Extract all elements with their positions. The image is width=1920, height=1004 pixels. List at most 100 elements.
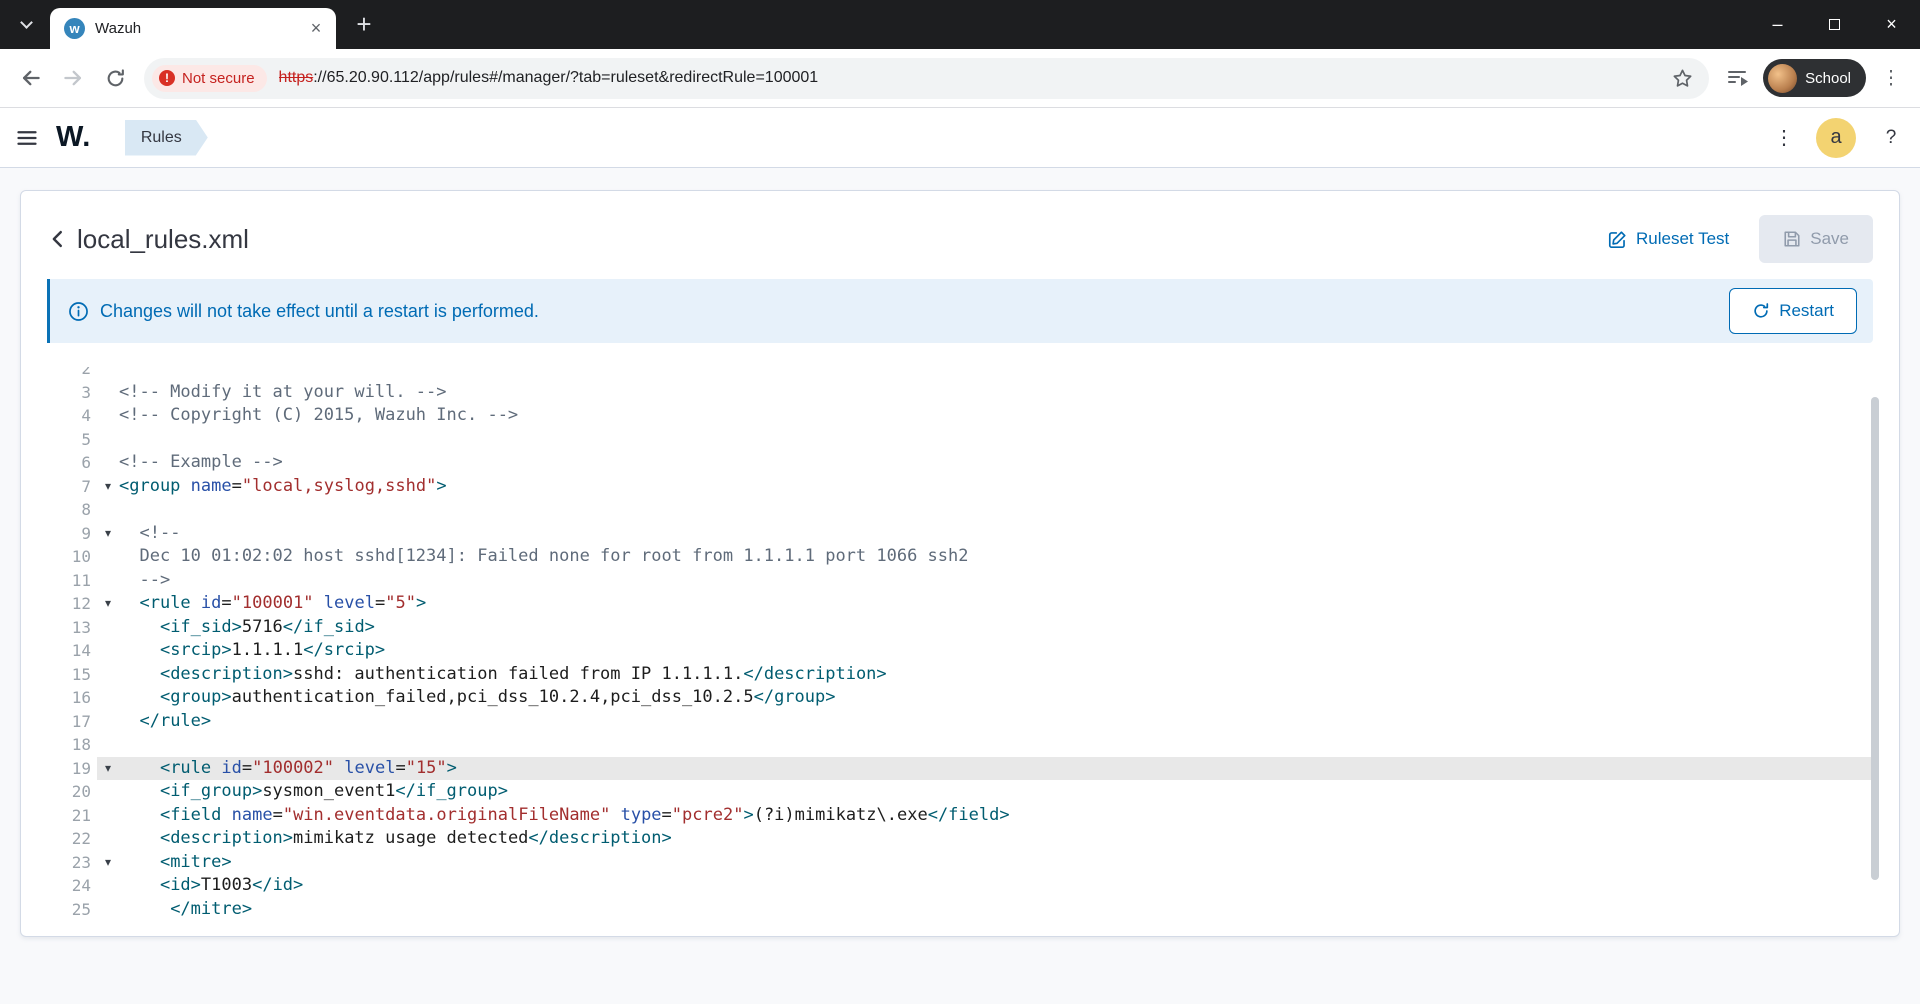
code-line[interactable]: 10 Dec 10 01:02:02 host sshd[1234]: Fail… [47, 545, 1879, 569]
line-number: 14 [47, 639, 97, 663]
reload-button[interactable] [96, 59, 134, 97]
code-line[interactable]: 9▾ <!-- [47, 522, 1879, 546]
save-button[interactable]: Save [1759, 215, 1873, 263]
file-editor-card: local_rules.xml Ruleset Test Save Change… [20, 190, 1900, 937]
save-icon [1783, 230, 1801, 248]
code-text: <description>sshd: authentication failed… [119, 663, 1879, 687]
line-number: 5 [47, 428, 97, 452]
code-line[interactable]: 8 [47, 498, 1879, 522]
code-text: <!-- Example --> [119, 451, 1879, 475]
line-number: 25 [47, 898, 97, 918]
new-tab-button[interactable]: + [346, 7, 382, 43]
line-number: 13 [47, 616, 97, 640]
code-line[interactable]: 19▾ <rule id="100002" level="15"> [47, 757, 1879, 781]
code-line[interactable]: 6 <!-- Example --> [47, 451, 1879, 475]
editor-scrollbar-thumb[interactable] [1871, 397, 1879, 879]
code-text: <group name="local,syslog,sshd"> [119, 475, 1879, 499]
code-line[interactable]: 4 <!-- Copyright (C) 2015, Wazuh Inc. --> [47, 404, 1879, 428]
fold-gutter-spacer [97, 710, 119, 734]
back-to-rules-button[interactable] [47, 228, 69, 250]
back-button[interactable] [12, 59, 50, 97]
code-text [119, 367, 1879, 381]
user-avatar[interactable]: a [1816, 118, 1856, 158]
code-line[interactable]: 5 [47, 428, 1879, 452]
browser-menu-button[interactable]: ⋮ [1874, 67, 1908, 90]
line-number: 7 [47, 475, 97, 499]
security-status-chip[interactable]: ! Not secure [152, 65, 267, 92]
line-number: 23 [47, 851, 97, 875]
code-line[interactable]: 20 <if_group>sysmon_event1</if_group> [47, 780, 1879, 804]
help-button[interactable]: ? [1878, 127, 1904, 149]
code-line[interactable]: 25 </mitre> [47, 898, 1879, 918]
code-text: <srcip>1.1.1.1</srcip> [119, 639, 1879, 663]
code-text [119, 428, 1879, 452]
editor-scrollbar[interactable] [1871, 387, 1879, 911]
code-line[interactable]: 22 <description>mimikatz usage detected<… [47, 827, 1879, 851]
fold-gutter-spacer [97, 404, 119, 428]
line-number: 21 [47, 804, 97, 828]
code-line[interactable]: 7▾<group name="local,syslog,sshd"> [47, 475, 1879, 499]
code-line[interactable]: 11 --> [47, 569, 1879, 593]
ruleset-test-button[interactable]: Ruleset Test [1608, 229, 1729, 249]
forward-button[interactable] [54, 59, 92, 97]
breadcrumb-rules[interactable]: Rules [125, 120, 208, 156]
fold-gutter-spacer [97, 804, 119, 828]
fold-gutter-spacer [97, 827, 119, 851]
header-options-button[interactable]: ⋮ [1774, 125, 1794, 150]
maximize-button[interactable] [1806, 0, 1863, 49]
code-line[interactable]: 18 [47, 733, 1879, 757]
fold-marker-icon[interactable]: ▾ [97, 757, 119, 781]
wazuh-logo[interactable]: W. [56, 121, 91, 154]
fold-gutter-spacer [97, 545, 119, 569]
url-text[interactable]: https://65.20.90.112/app/rules#/manager/… [279, 69, 819, 87]
sidebar-menu-button[interactable] [16, 127, 38, 149]
xml-code-editor[interactable]: 23<!-- Modify it at your will. -->4 <!-- … [47, 367, 1879, 917]
code-line[interactable]: 2 [47, 367, 1879, 381]
close-window-button[interactable]: × [1863, 0, 1920, 49]
restart-label: Restart [1779, 301, 1834, 321]
fold-marker-icon[interactable]: ▾ [97, 522, 119, 546]
line-number: 3 [47, 381, 97, 405]
code-text: <rule id="100001" level="5"> [119, 592, 1879, 616]
code-text: <!-- Copyright (C) 2015, Wazuh Inc. --> [119, 404, 1879, 428]
url-rest: ://65.20.90.112/app/rules#/manager/?tab=… [313, 69, 818, 86]
fold-marker-icon[interactable]: ▾ [97, 475, 119, 499]
fold-gutter-spacer [97, 451, 119, 475]
line-number: 9 [47, 522, 97, 546]
code-line[interactable]: 3<!-- Modify it at your will. --> [47, 381, 1879, 405]
tab-close-icon[interactable]: × [304, 17, 328, 41]
code-line[interactable]: 21 <field name="win.eventdata.originalFi… [47, 804, 1879, 828]
bookmark-button[interactable] [1672, 68, 1693, 89]
page-content: local_rules.xml Ruleset Test Save Change… [0, 168, 1920, 1004]
code-line[interactable]: 15 <description>sshd: authentication fai… [47, 663, 1879, 687]
line-number: 4 [47, 404, 97, 428]
line-number: 24 [47, 874, 97, 898]
address-bar[interactable]: ! Not secure https://65.20.90.112/app/ru… [144, 58, 1709, 99]
code-line[interactable]: 12▾ <rule id="100001" level="5"> [47, 592, 1879, 616]
code-text: <if_group>sysmon_event1</if_group> [119, 780, 1879, 804]
wazuh-favicon-icon: w [64, 18, 85, 39]
code-line[interactable]: 16 <group>authentication_failed,pci_dss_… [47, 686, 1879, 710]
browser-tab-wazuh[interactable]: w Wazuh × [50, 8, 336, 49]
code-line[interactable]: 14 <srcip>1.1.1.1</srcip> [47, 639, 1879, 663]
tab-search-button[interactable] [10, 9, 42, 41]
code-line[interactable]: 24 <id>T1003</id> [47, 874, 1879, 898]
code-text: <mitre> [119, 851, 1879, 875]
code-text: </rule> [119, 710, 1879, 734]
fold-gutter-spacer [97, 639, 119, 663]
restart-callout: Changes will not take effect until a res… [47, 279, 1873, 343]
fold-marker-icon[interactable]: ▾ [97, 592, 119, 616]
media-controls-button[interactable] [1719, 60, 1755, 96]
line-number: 6 [47, 451, 97, 475]
fold-marker-icon[interactable]: ▾ [97, 851, 119, 875]
restart-button[interactable]: Restart [1729, 288, 1857, 334]
line-number: 10 [47, 545, 97, 569]
code-text: <id>T1003</id> [119, 874, 1879, 898]
browser-profile-button[interactable]: School [1763, 59, 1866, 97]
minimize-button[interactable]: – [1749, 0, 1806, 49]
code-line[interactable]: 17 </rule> [47, 710, 1879, 734]
profile-avatar [1768, 64, 1797, 93]
line-number: 2 [47, 367, 97, 381]
code-line[interactable]: 23▾ <mitre> [47, 851, 1879, 875]
code-line[interactable]: 13 <if_sid>5716</if_sid> [47, 616, 1879, 640]
